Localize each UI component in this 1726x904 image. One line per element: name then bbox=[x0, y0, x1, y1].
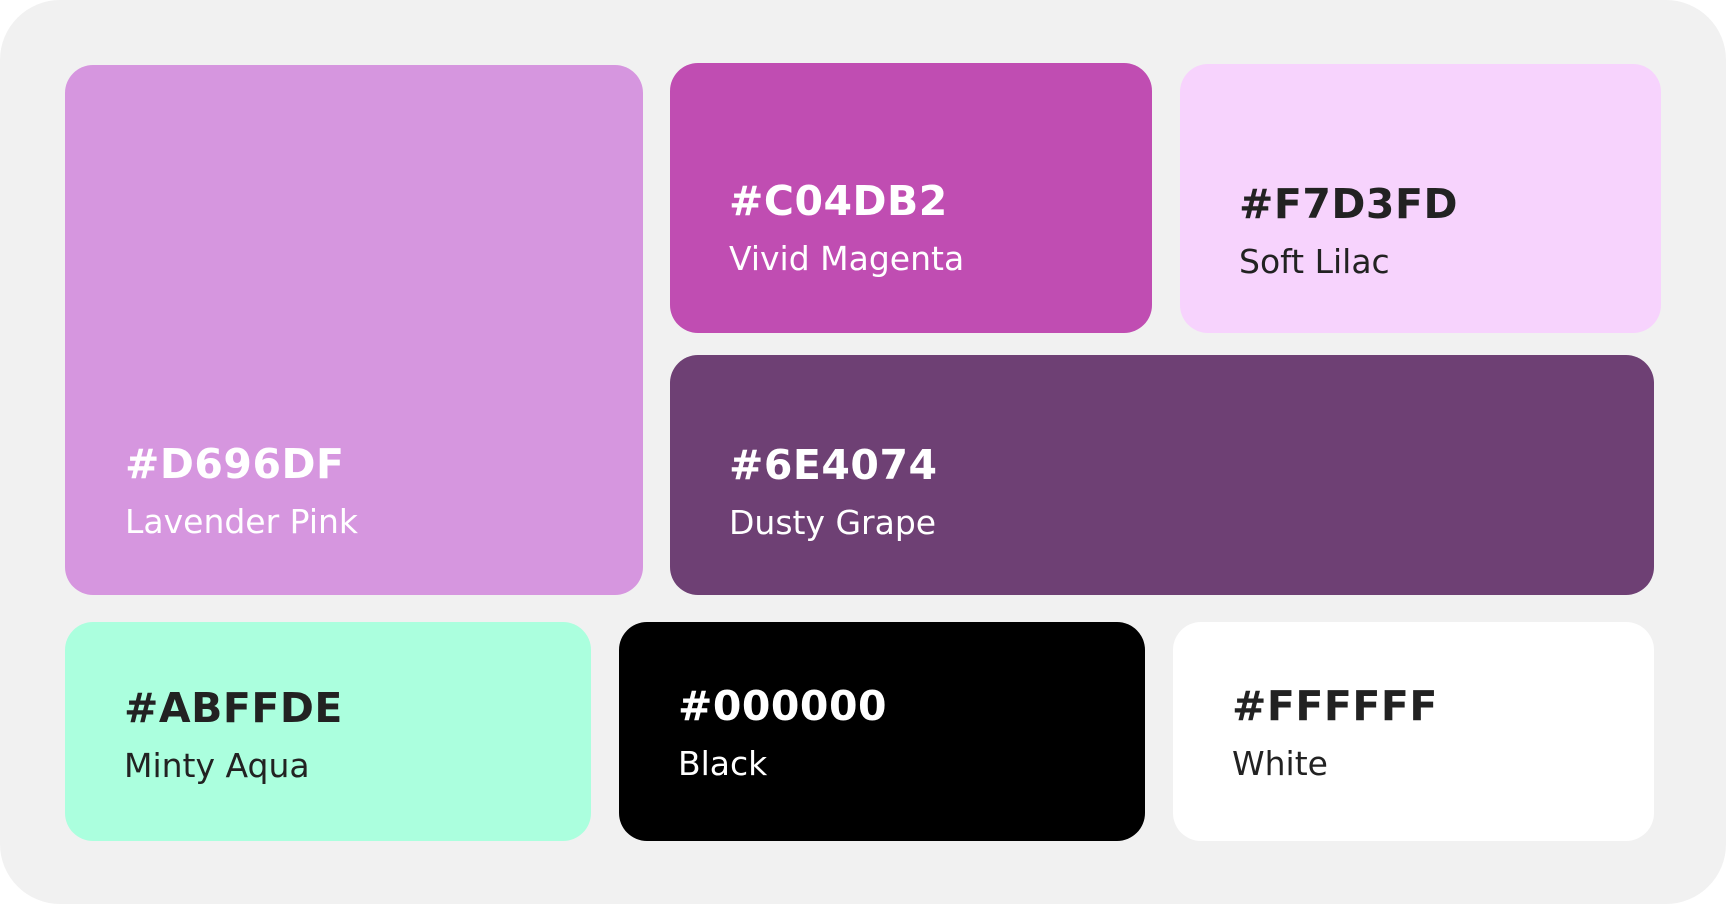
swatch-minty-aqua: #ABFFDE Minty Aqua bbox=[65, 622, 591, 841]
swatch-hex-code: #000000 bbox=[678, 682, 888, 730]
swatch-color-name: Minty Aqua bbox=[124, 746, 310, 785]
palette-board: #D696DF Lavender Pink #C04DB2 Vivid Mage… bbox=[0, 0, 1726, 904]
swatch-hex-code: #ABFFDE bbox=[124, 684, 343, 732]
swatch-hex-code: #6E4074 bbox=[729, 441, 938, 489]
swatch-lavender-pink: #D696DF Lavender Pink bbox=[65, 65, 643, 595]
swatch-white: #FFFFFF White bbox=[1173, 622, 1654, 841]
swatch-color-name: White bbox=[1232, 744, 1328, 783]
swatch-hex-code: #FFFFFF bbox=[1232, 682, 1438, 730]
swatch-color-name: Dusty Grape bbox=[729, 503, 937, 542]
swatch-hex-code: #D696DF bbox=[125, 440, 345, 488]
swatch-vivid-magenta: #C04DB2 Vivid Magenta bbox=[670, 63, 1152, 333]
swatch-black: #000000 Black bbox=[619, 622, 1145, 841]
swatch-color-name: Soft Lilac bbox=[1239, 242, 1390, 281]
swatch-dusty-grape: #6E4074 Dusty Grape bbox=[670, 355, 1654, 595]
swatch-hex-code: #F7D3FD bbox=[1239, 180, 1458, 228]
swatch-color-name: Black bbox=[678, 744, 768, 783]
swatch-color-name: Vivid Magenta bbox=[729, 239, 965, 278]
swatch-hex-code: #C04DB2 bbox=[729, 177, 948, 225]
swatch-soft-lilac: #F7D3FD Soft Lilac bbox=[1180, 64, 1661, 333]
swatch-color-name: Lavender Pink bbox=[125, 502, 359, 541]
